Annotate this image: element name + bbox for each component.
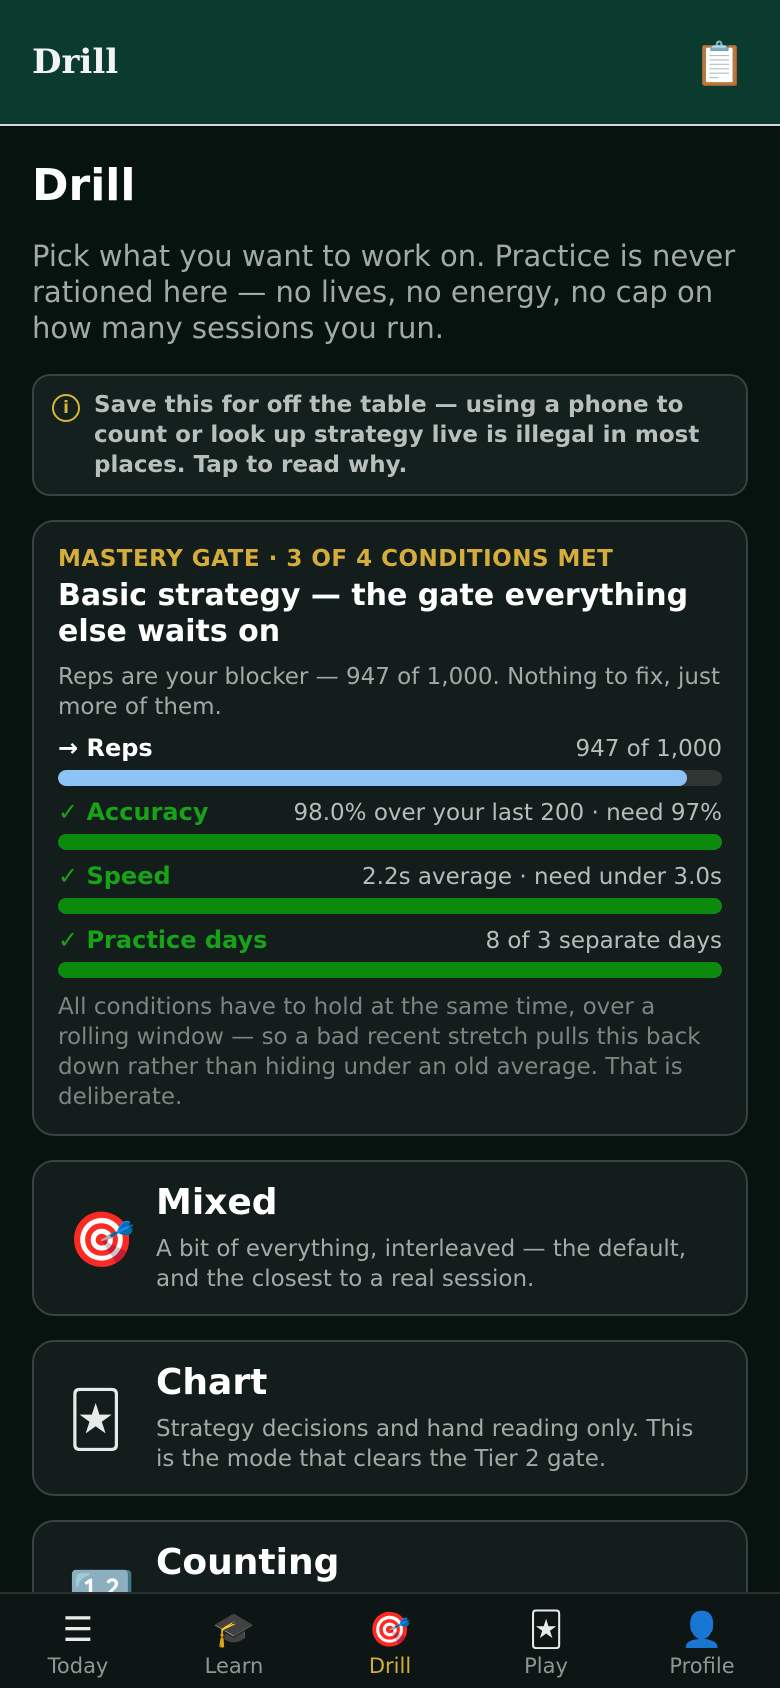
mode-card-mixed[interactable]: 🎯 Mixed A bit of everything, interleaved…: [32, 1160, 748, 1316]
user-icon: 👤: [680, 1610, 724, 1650]
progress-fill: [58, 898, 722, 914]
target-icon: 🎯: [368, 1610, 412, 1650]
tab-drill[interactable]: 🎯 Drill: [312, 1594, 468, 1688]
app-title: Drill: [32, 42, 119, 82]
notice-text: Save this for off the table — using a ph…: [94, 392, 700, 478]
joker-card-icon: 🃏: [68, 1388, 124, 1451]
condition-label: ✓ Accuracy: [58, 798, 209, 826]
progress-fill: [58, 834, 722, 850]
info-icon: i: [52, 394, 80, 422]
bottom-tab-bar: ☰ Today 🎓 Learn 🎯 Drill 🃏 Play 👤 Profile: [0, 1592, 780, 1688]
joker-card-icon: 🃏: [528, 1610, 564, 1650]
list-icon: ☰: [62, 1610, 94, 1650]
condition-value: 98.0% over your last 200 · need 97%: [293, 800, 722, 826]
condition-label: → Reps: [58, 734, 153, 762]
progress-bar: [58, 898, 722, 914]
condition-practice-days: ✓ Practice days 8 of 3 separate days: [58, 926, 722, 978]
condition-value: 947 of 1,000: [575, 736, 722, 762]
gate-kicker: MASTERY GATE · 3 OF 4 CONDITIONS MET: [58, 546, 614, 572]
gate-note: All conditions have to hold at the same …: [58, 994, 701, 1110]
condition-label: ✓ Speed: [58, 862, 171, 890]
condition-label: ✓ Practice days: [58, 926, 268, 954]
progress-bar: [58, 962, 722, 978]
target-icon: 🎯: [68, 1208, 136, 1271]
tab-label: Learn: [204, 1654, 264, 1678]
progress-bar: [58, 770, 722, 786]
mode-title: Mixed: [156, 1182, 278, 1223]
mode-title: Counting: [156, 1542, 340, 1583]
tab-label: Profile: [669, 1654, 735, 1678]
progress-bar: [58, 834, 722, 850]
clipboard-icon[interactable]: 📋: [694, 40, 746, 88]
gate-title: Basic strategy — the gate everything els…: [58, 578, 689, 649]
tab-label: Play: [524, 1654, 568, 1678]
tab-play[interactable]: 🃏 Play: [468, 1594, 624, 1688]
tab-profile[interactable]: 👤 Profile: [624, 1594, 780, 1688]
tab-today[interactable]: ☰ Today: [0, 1594, 156, 1688]
mode-card-chart[interactable]: 🃏 Chart Strategy decisions and hand read…: [32, 1340, 748, 1496]
main-content: Drill Pick what you want to work on. Pra…: [32, 126, 748, 1676]
mode-title: Chart: [156, 1362, 268, 1403]
progress-fill: [58, 770, 687, 786]
app-header: Drill 📋: [0, 0, 780, 126]
tab-label: Today: [47, 1654, 109, 1678]
mode-description: Strategy decisions and hand reading only…: [156, 1416, 694, 1472]
page-title: Drill: [32, 160, 136, 211]
page-intro: Pick what you want to work on. Practice …: [32, 239, 736, 345]
mastery-gate-card: MASTERY GATE · 3 OF 4 CONDITIONS MET Bas…: [32, 520, 748, 1136]
condition-reps: → Reps 947 of 1,000: [58, 734, 722, 786]
gate-subtitle: Reps are your blocker — 947 of 1,000. No…: [58, 664, 720, 720]
condition-speed: ✓ Speed 2.2s average · need under 3.0s: [58, 862, 722, 914]
tab-label: Drill: [368, 1654, 412, 1678]
condition-accuracy: ✓ Accuracy 98.0% over your last 200 · ne…: [58, 798, 722, 850]
tab-learn[interactable]: 🎓 Learn: [156, 1594, 312, 1688]
mode-description: A bit of everything, interleaved — the d…: [156, 1236, 687, 1292]
legal-notice[interactable]: i Save this for off the table — using a …: [32, 374, 748, 496]
condition-value: 8 of 3 separate days: [485, 928, 722, 954]
graduation-cap-icon: 🎓: [212, 1610, 256, 1650]
progress-fill: [58, 962, 722, 978]
condition-value: 2.2s average · need under 3.0s: [362, 864, 722, 890]
